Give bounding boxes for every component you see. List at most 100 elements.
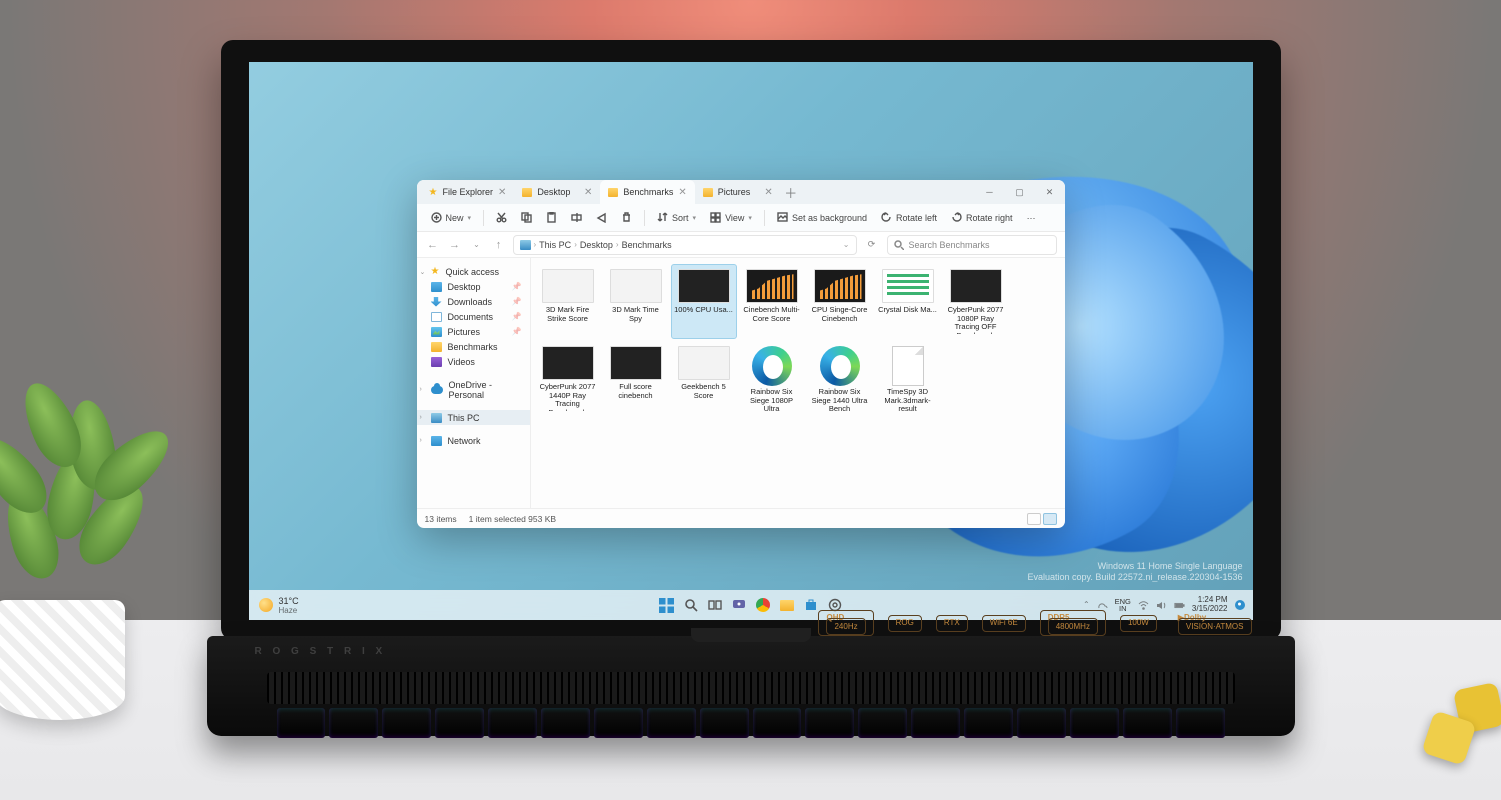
file-item[interactable]: CyberPunk 2077 1440P Ray Tracing Benchma…: [535, 341, 601, 419]
view-button[interactable]: View▾: [704, 209, 758, 226]
thumbnail: [746, 269, 798, 303]
wifi-icon[interactable]: [1138, 600, 1149, 611]
onedrive-tray-icon[interactable]: [1097, 600, 1108, 611]
rotate-right-button[interactable]: Rotate right: [945, 209, 1019, 226]
refresh-button[interactable]: ⟳: [863, 239, 881, 250]
file-item[interactable]: 3D Mark Time Spy: [603, 264, 669, 339]
crumb[interactable]: Desktop: [580, 240, 613, 250]
up-button[interactable]: ↑: [491, 239, 507, 251]
file-item[interactable]: TimeSpy 3D Mark.3dmark-result: [875, 341, 941, 419]
taskbar-weather[interactable]: 31°C Haze: [249, 596, 299, 615]
folder-icon: [431, 342, 442, 352]
search-input[interactable]: Search Benchmarks: [887, 235, 1057, 255]
sidebar-quick-access[interactable]: ⌄★Quick access: [417, 264, 530, 279]
breadcrumb-bar[interactable]: › This PC › Desktop › Benchmarks ⌄: [513, 235, 857, 255]
file-item[interactable]: Crystal Disk Ma...: [875, 264, 941, 339]
sidebar-this-pc[interactable]: ›This PC: [417, 410, 530, 425]
file-item[interactable]: Rainbow Six Siege 1440 Ultra Bench: [807, 341, 873, 419]
crumb[interactable]: This PC: [539, 240, 571, 250]
sidebar-item-downloads[interactable]: Downloads📌: [417, 294, 530, 309]
minimize-button[interactable]: ─: [975, 180, 1005, 204]
pin-icon: 📌: [512, 327, 522, 336]
tab-pictures[interactable]: Pictures ✕: [695, 180, 781, 204]
close-icon[interactable]: ✕: [764, 187, 772, 198]
pin-icon: 📌: [512, 312, 522, 321]
notification-badge[interactable]: ●: [1235, 600, 1245, 610]
edge-icon: [752, 346, 792, 386]
file-item[interactable]: Full score cinebench: [603, 341, 669, 419]
files-pane[interactable]: 3D Mark Fire Strike Score3D Mark Time Sp…: [531, 258, 1065, 508]
tray-chevron[interactable]: ⌃: [1083, 601, 1090, 609]
sort-button[interactable]: Sort▾: [651, 209, 702, 226]
chat-button[interactable]: [730, 596, 748, 614]
nav-pane: ⌄★Quick access Desktop📌 Downloads📌 Docum…: [417, 258, 531, 508]
file-item[interactable]: Rainbow Six Siege 1080P Ultra: [739, 341, 805, 419]
folder-icon: [703, 188, 713, 197]
file-item[interactable]: CPU Singe-Core Cinebench: [807, 264, 873, 339]
close-button[interactable]: ✕: [1035, 180, 1065, 204]
set-background-button[interactable]: Set as background: [771, 209, 873, 226]
tab-desktop[interactable]: Desktop ✕: [514, 180, 600, 204]
thumbnail-view-button[interactable]: [1043, 513, 1057, 525]
list-view-button[interactable]: [1027, 513, 1041, 525]
rotate-right-icon: [951, 212, 962, 223]
file-item[interactable]: CyberPunk 2077 1080P Ray Tracing OFF Ben…: [943, 264, 1009, 339]
sidebar-network[interactable]: ›Network: [417, 433, 530, 448]
store-button[interactable]: [802, 596, 820, 614]
store-icon: [804, 598, 818, 612]
file-item[interactable]: 3D Mark Fire Strike Score: [535, 264, 601, 339]
sidebar-item-documents[interactable]: Documents📌: [417, 309, 530, 324]
paste-button[interactable]: [540, 209, 563, 226]
search-button[interactable]: [682, 596, 700, 614]
thumbnail: [610, 269, 662, 303]
back-button[interactable]: ←: [425, 239, 441, 251]
selection-info: 1 item selected 953 KB: [469, 514, 556, 524]
tab-file-explorer[interactable]: ★ File Explorer ✕: [421, 180, 515, 204]
sort-icon: [657, 212, 668, 223]
sidebar-onedrive[interactable]: ›OneDrive - Personal: [417, 377, 530, 402]
delete-button[interactable]: [615, 209, 638, 226]
file-item[interactable]: Geekbench 5 Score: [671, 341, 737, 419]
battery-icon[interactable]: [1174, 600, 1185, 611]
chevron-down-icon[interactable]: ⌄: [843, 240, 850, 249]
rotate-left-button[interactable]: Rotate left: [875, 209, 943, 226]
copy-button[interactable]: [515, 209, 538, 226]
close-icon[interactable]: ✕: [498, 187, 506, 198]
file-item[interactable]: Cinebench Multi-Core Score: [739, 264, 805, 339]
task-view-button[interactable]: [706, 596, 724, 614]
thumbnail: [950, 269, 1002, 303]
maximize-button[interactable]: ▢: [1005, 180, 1035, 204]
desktop[interactable]: Windows 11 Home Single Language Evaluati…: [249, 62, 1253, 620]
network-icon: [431, 436, 442, 446]
tab-benchmarks[interactable]: Benchmarks ✕: [600, 180, 694, 204]
rename-button[interactable]: [565, 209, 588, 226]
recent-button[interactable]: ⌄: [469, 240, 485, 249]
sidebar-item-pictures[interactable]: Pictures📌: [417, 324, 530, 339]
close-icon[interactable]: ✕: [584, 187, 592, 198]
folder-icon: [780, 600, 794, 611]
file-name: Cinebench Multi-Core Score: [742, 306, 802, 323]
sidebar-item-desktop[interactable]: Desktop📌: [417, 279, 530, 294]
new-tab-button[interactable]: ＋: [781, 183, 801, 202]
status-bar: 13 items 1 item selected 953 KB: [417, 508, 1065, 528]
new-button[interactable]: New▾: [425, 209, 478, 226]
share-button[interactable]: [590, 209, 613, 226]
forward-button[interactable]: →: [447, 239, 463, 251]
crumb[interactable]: Benchmarks: [622, 240, 672, 250]
copy-icon: [521, 212, 532, 223]
sidebar-item-benchmarks[interactable]: Benchmarks: [417, 339, 530, 354]
file-name: 100% CPU Usa...: [674, 306, 733, 315]
chrome-icon: [756, 598, 770, 612]
more-button[interactable]: ···: [1021, 210, 1042, 226]
chrome-button[interactable]: [754, 596, 772, 614]
volume-icon[interactable]: [1156, 600, 1167, 611]
close-icon[interactable]: ✕: [678, 187, 686, 198]
tab-label: File Explorer: [442, 187, 493, 197]
cut-button[interactable]: [490, 209, 513, 226]
start-button[interactable]: [658, 596, 676, 614]
view-icon: [710, 212, 721, 223]
explorer-button[interactable]: [778, 596, 796, 614]
file-item[interactable]: 100% CPU Usa...: [671, 264, 737, 339]
sidebar-item-videos[interactable]: Videos: [417, 354, 530, 369]
edge-icon: [820, 346, 860, 386]
